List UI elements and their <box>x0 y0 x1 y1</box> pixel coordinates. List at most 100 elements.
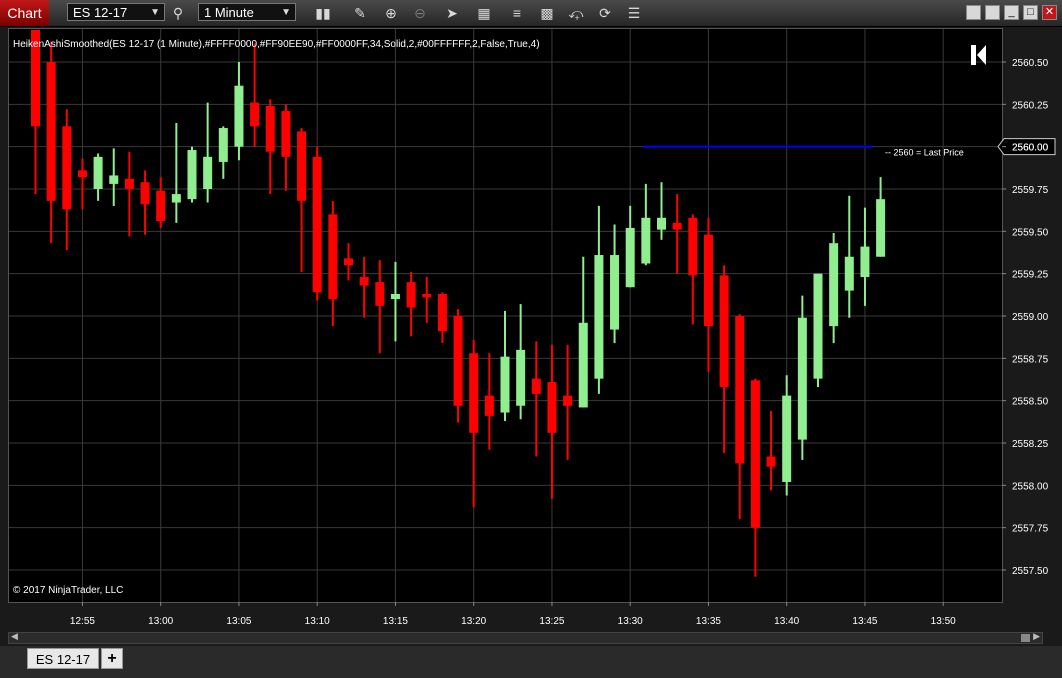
candle <box>516 304 526 420</box>
price-tick-label: 2559.50 <box>1012 227 1049 238</box>
price-tick-label: 2560.25 <box>1012 100 1049 111</box>
candle-body <box>657 217 666 230</box>
candle-body <box>406 282 416 308</box>
candle-body <box>328 214 338 300</box>
candle <box>672 194 682 274</box>
indicator-label: HeikenAshiSmoothed(ES 12-17 (1 Minute),#… <box>13 39 540 50</box>
tab-es-12-17[interactable]: ES 12-17 <box>27 648 99 669</box>
candle-body <box>453 316 463 406</box>
candle-body <box>390 293 400 300</box>
candle-body <box>140 182 150 205</box>
candle <box>453 309 463 423</box>
candle-body <box>250 102 260 127</box>
candle-body <box>610 255 620 330</box>
candle <box>31 30 40 195</box>
candle-body <box>312 156 322 293</box>
candle-body <box>484 395 494 416</box>
horizontal-scrollbar[interactable]: ◀ ▶ <box>8 631 1043 644</box>
scroll-thumb[interactable] <box>1021 634 1030 642</box>
candle-body <box>234 85 244 147</box>
candle <box>297 128 307 272</box>
candle <box>124 151 134 237</box>
add-tab-button[interactable]: + <box>101 648 123 669</box>
candle-body <box>156 190 166 222</box>
price-tick-label: 2559.25 <box>1012 270 1049 281</box>
candle <box>594 205 604 394</box>
candle <box>797 295 807 460</box>
candle-body <box>469 353 479 433</box>
scroll-right-icon[interactable]: ▶ <box>1033 631 1040 642</box>
candles <box>31 30 886 577</box>
candle <box>688 214 698 325</box>
candle-body <box>187 150 197 200</box>
price-chart[interactable]: -- 2560 = Last Price 2560.00 2560.502560… <box>0 0 1062 646</box>
price-tick-label: 2559.00 <box>1012 312 1049 323</box>
candle-body <box>93 156 103 189</box>
price-tick-label: 2557.75 <box>1012 524 1049 535</box>
candle <box>250 43 260 147</box>
candle-body <box>876 199 886 257</box>
candle <box>735 314 745 520</box>
candle <box>265 99 275 195</box>
candle-body <box>703 234 713 327</box>
price-tick-label: 2558.50 <box>1012 397 1049 408</box>
price-tick-label: 2560.50 <box>1012 58 1049 69</box>
candle <box>860 207 870 306</box>
candle <box>484 353 494 450</box>
scroll-left-icon[interactable]: ◀ <box>11 631 18 642</box>
candle-body <box>218 128 228 162</box>
time-tick-label: 13:00 <box>148 616 173 627</box>
candle <box>844 195 854 318</box>
candle-body <box>171 194 181 203</box>
time-tick-label: 13:10 <box>305 616 330 627</box>
candle-body <box>203 156 213 189</box>
candle <box>156 177 166 228</box>
candle-body <box>766 456 776 467</box>
price-tick-label: 2560.00 <box>1012 143 1049 154</box>
candle-body <box>124 178 134 189</box>
candle-body <box>813 273 823 379</box>
candle <box>813 273 823 388</box>
price-axis[interactable]: 2560.50 2560.25 2560.00 2559.75 2559.50 2559.… <box>1002 58 1049 577</box>
candle <box>766 410 776 491</box>
price-tick-label: 2557.50 <box>1012 566 1049 577</box>
candle-body <box>359 277 369 286</box>
candle <box>109 148 119 206</box>
time-axis[interactable]: 12:55 13:00 13:05 13:10 13:15 13:20 13:25 13:30… <box>70 602 956 627</box>
candle <box>93 153 103 201</box>
candle <box>312 146 322 301</box>
copyright-text: © 2017 NinjaTrader, LLC <box>13 585 123 596</box>
time-tick-label: 12:55 <box>70 616 95 627</box>
candle <box>218 126 228 179</box>
candle <box>641 183 651 266</box>
time-tick-label: 13:15 <box>383 616 408 627</box>
time-tick-label: 13:05 <box>226 616 251 627</box>
candle <box>610 224 620 344</box>
candle <box>77 158 87 210</box>
candle <box>46 41 56 244</box>
candle <box>437 292 447 344</box>
candle-body <box>641 217 651 264</box>
candle-body <box>297 131 307 201</box>
candle <box>469 339 479 508</box>
candle-body <box>516 349 526 406</box>
time-tick-label: 13:30 <box>618 616 643 627</box>
candle-body <box>281 111 291 157</box>
time-tick-label: 13:45 <box>852 616 877 627</box>
candle-body <box>719 275 729 388</box>
price-tick-label: 2558.00 <box>1012 481 1049 492</box>
candle <box>62 109 72 250</box>
candle-body <box>844 256 854 291</box>
candle-body <box>109 175 119 184</box>
candle <box>406 271 416 337</box>
candle <box>203 102 213 203</box>
candle-body <box>265 106 275 152</box>
candle-body <box>829 243 839 327</box>
candle-body <box>860 246 870 278</box>
candle-body <box>625 227 635 288</box>
bottom-tab-bar <box>0 646 1062 678</box>
candle-body <box>531 378 541 394</box>
time-tick-label: 13:20 <box>461 616 486 627</box>
candle-body <box>62 126 72 210</box>
candle <box>625 205 635 288</box>
